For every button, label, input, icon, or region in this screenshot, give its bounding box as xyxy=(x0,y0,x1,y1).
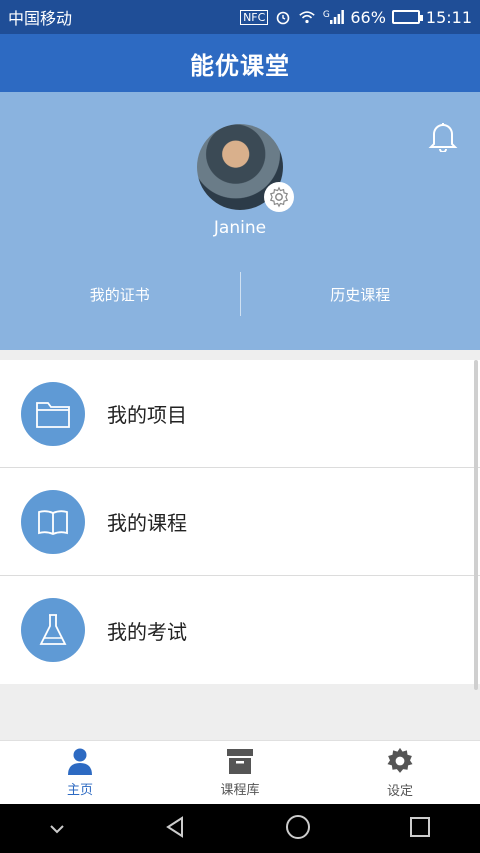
status-bar: 中国移动 NFC G 66% 15:11 xyxy=(0,0,480,34)
flask-icon xyxy=(21,598,85,662)
clock: 15:11 xyxy=(425,7,472,27)
signal-type-label: G xyxy=(322,10,330,20)
profile-header: Janine 我的证书 历史课程 xyxy=(0,92,480,350)
menu-item-courses[interactable]: 我的课程 xyxy=(0,468,480,576)
gear-icon xyxy=(387,747,413,773)
tab-home[interactable]: 主页 xyxy=(0,741,160,804)
menu-item-label: 我的考试 xyxy=(107,619,187,644)
app-bar: 能优课堂 xyxy=(0,34,480,92)
menu-item-projects[interactable]: 我的项目 xyxy=(0,360,480,468)
tab-label: 设定 xyxy=(386,784,413,799)
battery-percent: 66% xyxy=(350,7,386,27)
home-icon[interactable] xyxy=(285,814,311,844)
menu-list: 我的项目 我的课程 我的考试 xyxy=(0,360,480,684)
person-icon xyxy=(68,748,92,775)
signal-icon: G xyxy=(322,10,344,24)
my-certificates-link[interactable]: 我的证书 xyxy=(0,272,240,316)
menu-item-label: 我的项目 xyxy=(107,403,187,427)
tab-settings[interactable]: 设定 xyxy=(320,741,480,804)
profile-links: 我的证书 历史课程 xyxy=(0,272,480,316)
username: Janine xyxy=(213,218,267,238)
alarm-icon xyxy=(274,10,292,25)
status-indicators: NFC G 66% 15:11 xyxy=(240,8,472,27)
tab-label: 课程库 xyxy=(220,783,260,798)
menu-item-exams[interactable]: 我的考试 xyxy=(0,576,480,684)
avatar-settings-icon[interactable] xyxy=(264,182,294,212)
course-history-link[interactable]: 历史课程 xyxy=(241,272,480,316)
chevron-down-icon[interactable] xyxy=(49,819,65,838)
recents-icon[interactable] xyxy=(409,816,431,842)
book-icon xyxy=(21,489,85,554)
back-icon[interactable] xyxy=(163,815,187,843)
tab-course-library[interactable]: 课程库 xyxy=(160,741,320,804)
bell-icon[interactable] xyxy=(428,120,458,153)
tab-label: 主页 xyxy=(66,783,93,798)
system-nav-bar xyxy=(0,804,480,853)
bottom-nav: 主页 课程库 设定 xyxy=(0,740,480,804)
nfc-icon: NFC xyxy=(240,9,269,25)
battery-icon xyxy=(391,10,423,24)
archive-icon xyxy=(227,749,253,774)
carrier-name: 中国移动 xyxy=(8,9,73,28)
wifi-icon xyxy=(298,10,316,24)
menu-item-label: 我的课程 xyxy=(107,511,187,535)
folder-icon xyxy=(21,381,85,446)
scrollbar[interactable] xyxy=(474,360,478,690)
page-title: 能优课堂 xyxy=(190,51,290,80)
